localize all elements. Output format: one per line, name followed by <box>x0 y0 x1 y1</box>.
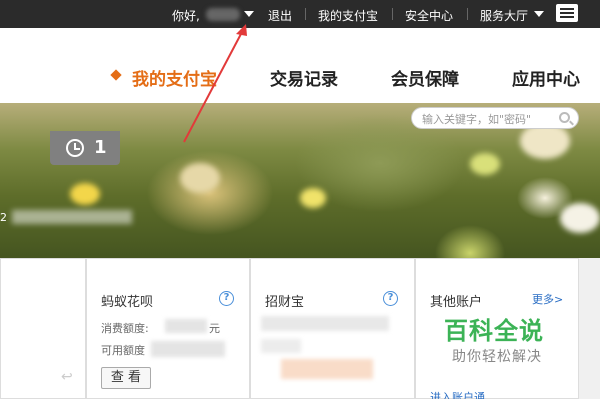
greeting-text: 你好, <box>172 9 200 23</box>
message-count: 1 <box>94 137 107 158</box>
blurred-amount <box>165 319 207 333</box>
divider <box>305 8 306 20</box>
banner-decoration <box>70 183 100 205</box>
divider <box>392 8 393 20</box>
consume-label: 消费额度: <box>101 322 149 335</box>
nav-item-transactions[interactable]: 交易记录 <box>270 65 338 90</box>
blurred-content <box>261 316 389 331</box>
alarm-clock-icon <box>66 139 84 157</box>
more-link[interactable]: 更多> <box>532 291 563 307</box>
other-accounts-card: 其他账户 更多> 百科全说 助你轻松解决 进入账户通 <box>415 258 579 399</box>
consume-unit: 元 <box>209 322 220 335</box>
nav-item-app-center[interactable]: 应用中心 <box>512 65 580 90</box>
security-center-link[interactable]: 安全中心 <box>405 7 453 24</box>
account-dropdown-icon[interactable] <box>244 11 254 17</box>
service-dropdown-icon[interactable] <box>534 11 544 17</box>
blurred-amount <box>151 341 225 357</box>
blurred-info <box>12 210 132 224</box>
logout-link[interactable]: 退出 <box>268 7 292 24</box>
available-label: 可用额度 <box>101 344 145 357</box>
help-icon[interactable]: ? <box>219 291 234 306</box>
nav-item-member-protection[interactable]: 会员保障 <box>391 65 459 90</box>
zhaocaibao-title: 招财宝 <box>265 295 305 310</box>
username-blurred[interactable] <box>206 8 240 21</box>
banner-decoration <box>560 203 600 233</box>
search-input[interactable]: 输入关键字，如"密码" <box>411 107 579 129</box>
my-alipay-link[interactable]: 我的支付宝 <box>318 7 378 24</box>
nav-item-my-alipay[interactable]: 我的支付宝 <box>132 65 217 90</box>
active-indicator-icon <box>110 69 122 81</box>
search-placeholder: 输入关键字，如"密码" <box>422 113 532 126</box>
account-card: ↩ <box>0 258 86 399</box>
main-nav: 我的支付宝 交易记录 会员保障 应用中心 <box>0 28 600 103</box>
huabei-title: 蚂蚁花呗 <box>101 295 154 310</box>
banner-text-fragment: 2 <box>0 211 7 224</box>
other-accounts-title: 其他账户 <box>430 295 483 310</box>
huabei-card: 蚂蚁花呗 ? 消费额度: 元 可用额度 查 看 <box>86 258 250 399</box>
message-badge[interactable]: 1 <box>50 131 120 165</box>
help-icon[interactable]: ? <box>383 291 398 306</box>
banner: 输入关键字，如"密码" 1 2 <box>0 103 600 258</box>
divider <box>467 8 468 20</box>
watermark-subtitle: 助你轻松解决 <box>452 349 542 365</box>
menu-list-icon[interactable] <box>556 4 578 22</box>
view-button[interactable]: 查 看 <box>101 367 151 389</box>
blurred-content <box>281 359 373 379</box>
banner-decoration <box>300 188 326 208</box>
service-hall-link[interactable]: 服务大厅 <box>480 7 528 24</box>
blurred-content <box>261 339 301 353</box>
account-link[interactable]: 进入账户通 <box>430 389 485 399</box>
top-bar: 你好, 退出 我的支付宝 安全中心 服务大厅 <box>0 0 600 28</box>
watermark-title: 百科全说 <box>444 317 544 345</box>
banner-decoration <box>180 163 220 193</box>
search-icon[interactable] <box>559 112 570 123</box>
return-icon[interactable]: ↩ <box>61 369 73 385</box>
banner-decoration <box>470 153 500 175</box>
zhaocaibao-card: 招财宝 ? <box>250 258 415 399</box>
